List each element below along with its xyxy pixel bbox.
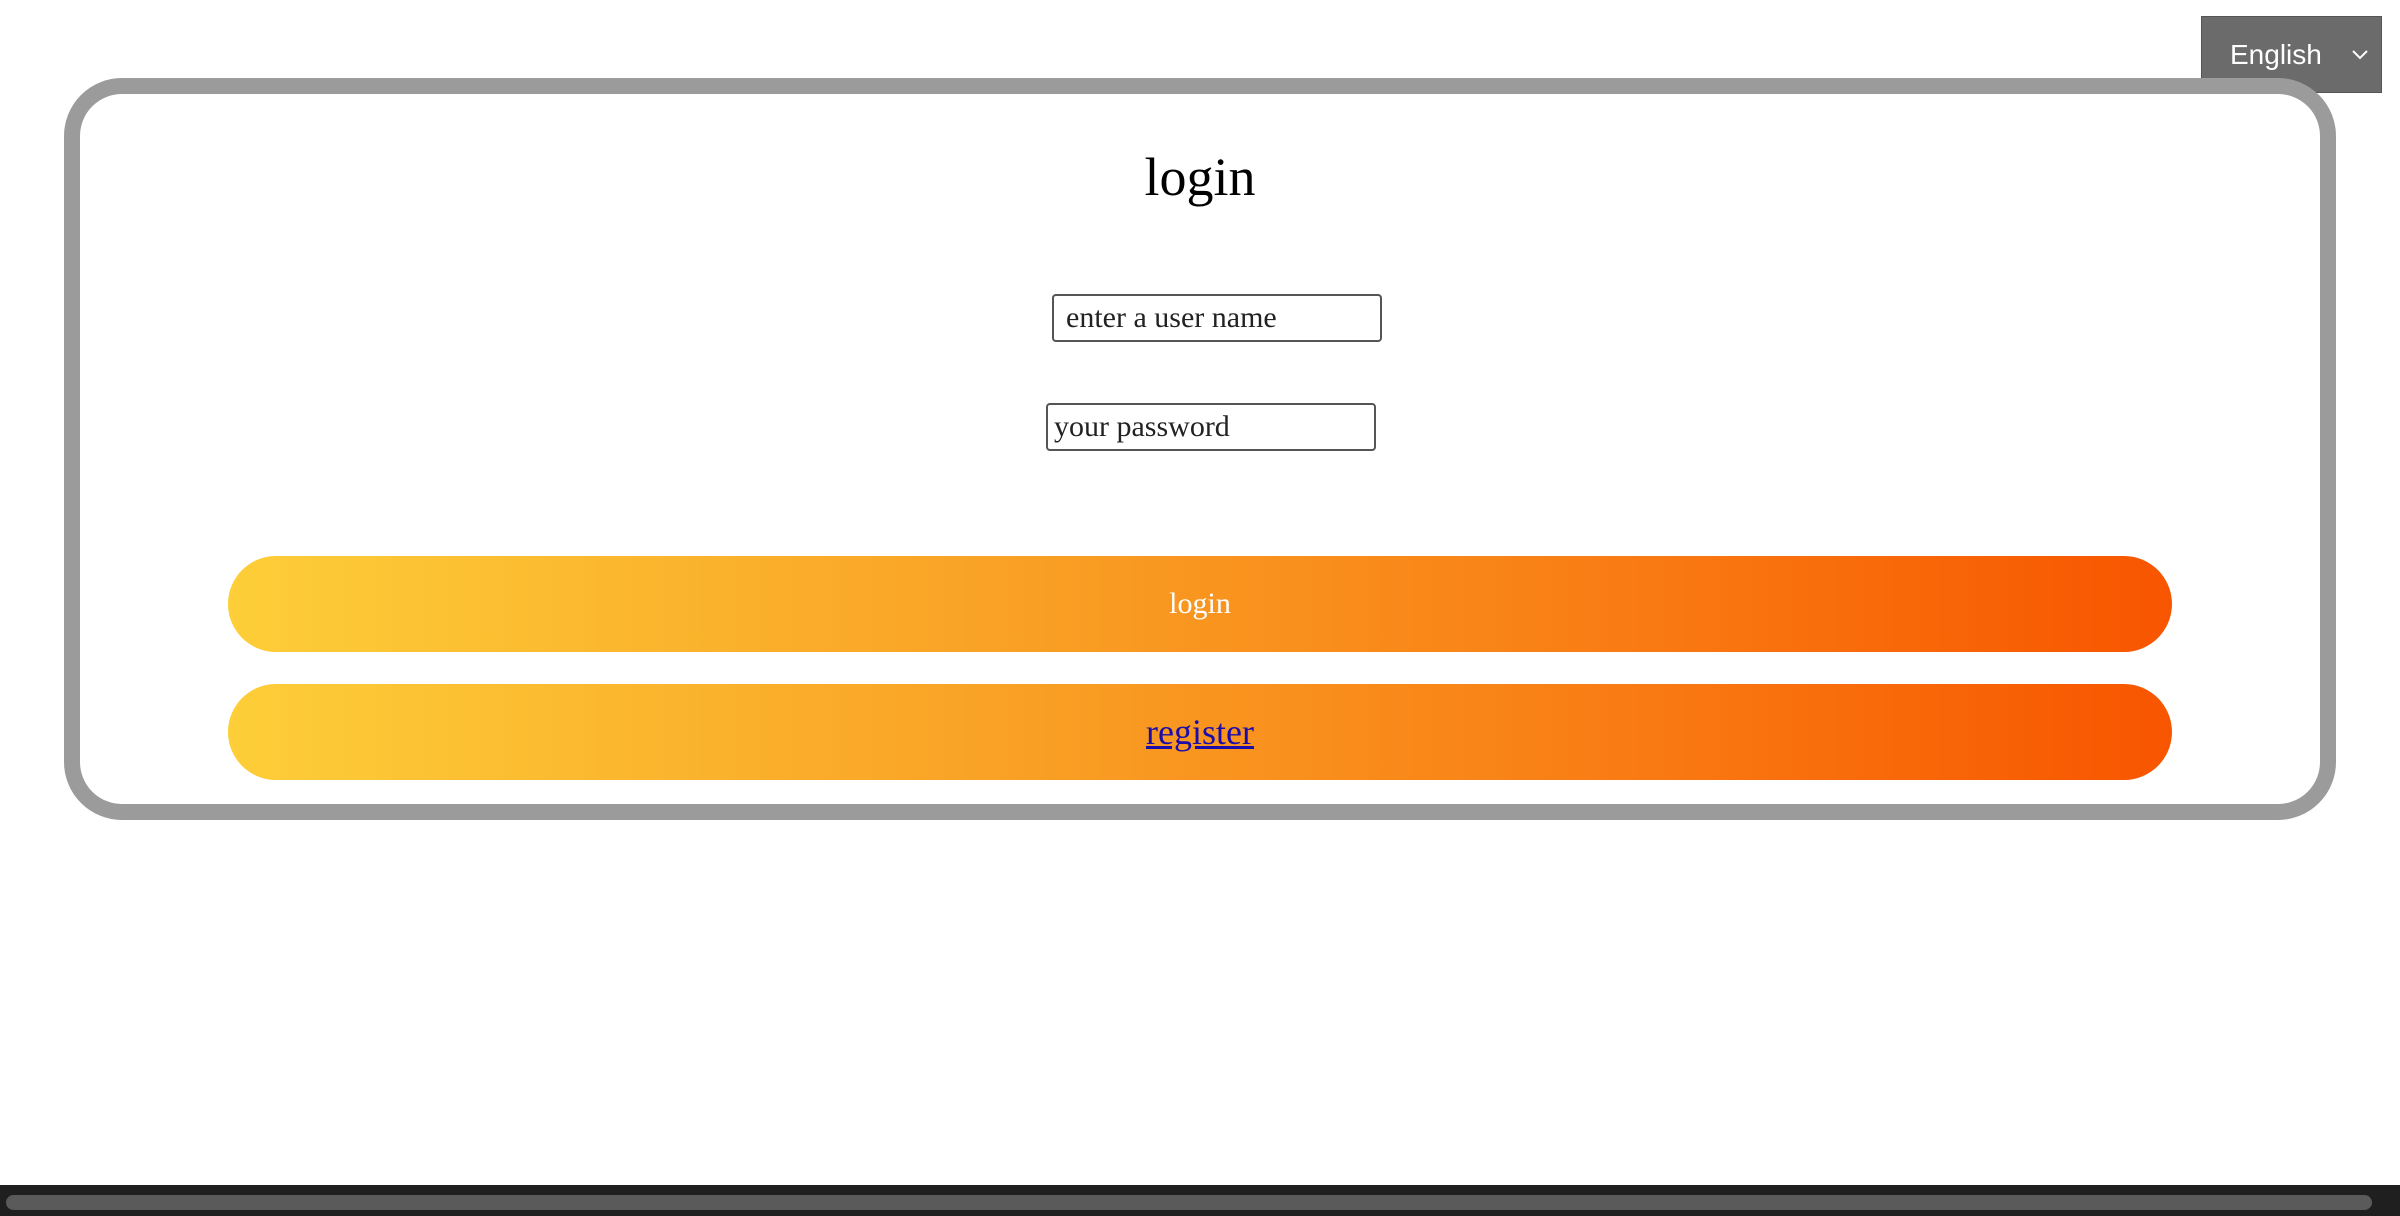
login-card: login login register: [64, 78, 2336, 820]
username-input[interactable]: [1052, 294, 1382, 342]
page: English login login register: [0, 0, 2400, 1216]
language-select-value: English: [2230, 38, 2322, 70]
register-link[interactable]: register: [1146, 711, 1254, 753]
chevron-down-icon: [2352, 49, 2368, 59]
register-button[interactable]: register: [228, 684, 2172, 780]
horizontal-scrollbar[interactable]: [0, 1185, 2400, 1216]
password-input[interactable]: [1046, 403, 1376, 451]
scrollbar-thumb[interactable]: [6, 1195, 2372, 1210]
login-button-label: login: [1169, 587, 1231, 620]
login-button[interactable]: login: [228, 556, 2172, 652]
page-title: login: [1144, 147, 1256, 207]
